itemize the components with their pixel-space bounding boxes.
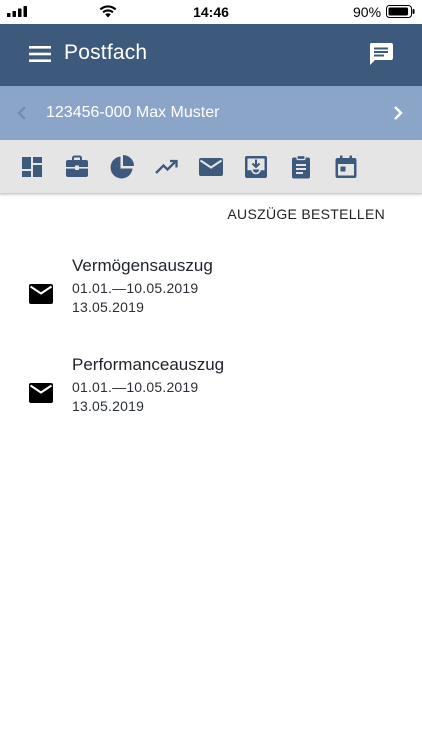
status-bar: 14:46 90% [0, 0, 422, 24]
account-selector: 123456-000 Max Muster [0, 86, 422, 140]
inbox-download-icon[interactable] [243, 154, 269, 180]
document-title: Vermögensauszug [72, 256, 213, 275]
chevron-left-icon[interactable] [15, 105, 29, 121]
document-period: 01.01.—10.05.2019 [72, 379, 199, 395]
list-item[interactable]: Performanceauszug 01.01.—10.05.2019 13.0… [0, 355, 422, 435]
page-title: Postfach [64, 41, 148, 64]
document-period: 01.01.—10.05.2019 [72, 280, 199, 296]
envelope-icon [29, 383, 53, 403]
account-label: 123456-000 Max Muster [46, 104, 220, 121]
app-header: Postfach [0, 24, 422, 86]
trending-up-icon[interactable] [154, 154, 180, 180]
icon-tab-bar [0, 140, 422, 194]
mail-icon[interactable] [198, 154, 224, 180]
chat-message-icon[interactable] [368, 41, 394, 67]
document-date: 13.05.2019 [72, 398, 145, 414]
chevron-right-icon[interactable] [391, 105, 405, 121]
hamburger-menu-icon[interactable] [29, 43, 51, 65]
clipboard-icon[interactable] [288, 154, 314, 180]
order-statements-button[interactable]: AUSZÜGE BESTELLEN [227, 206, 385, 222]
document-title: Performanceauszug [72, 355, 225, 374]
calendar-icon[interactable] [333, 154, 359, 180]
envelope-icon [29, 284, 53, 304]
list-item[interactable]: Vermögensauszug 01.01.—10.05.2019 13.05.… [0, 256, 422, 336]
briefcase-icon[interactable] [64, 154, 90, 180]
document-date: 13.05.2019 [72, 299, 145, 315]
pie-chart-icon[interactable] [109, 154, 135, 180]
battery-percentage: 90% [353, 4, 382, 20]
battery-icon [386, 5, 415, 18]
dashboard-icon[interactable] [19, 154, 45, 180]
